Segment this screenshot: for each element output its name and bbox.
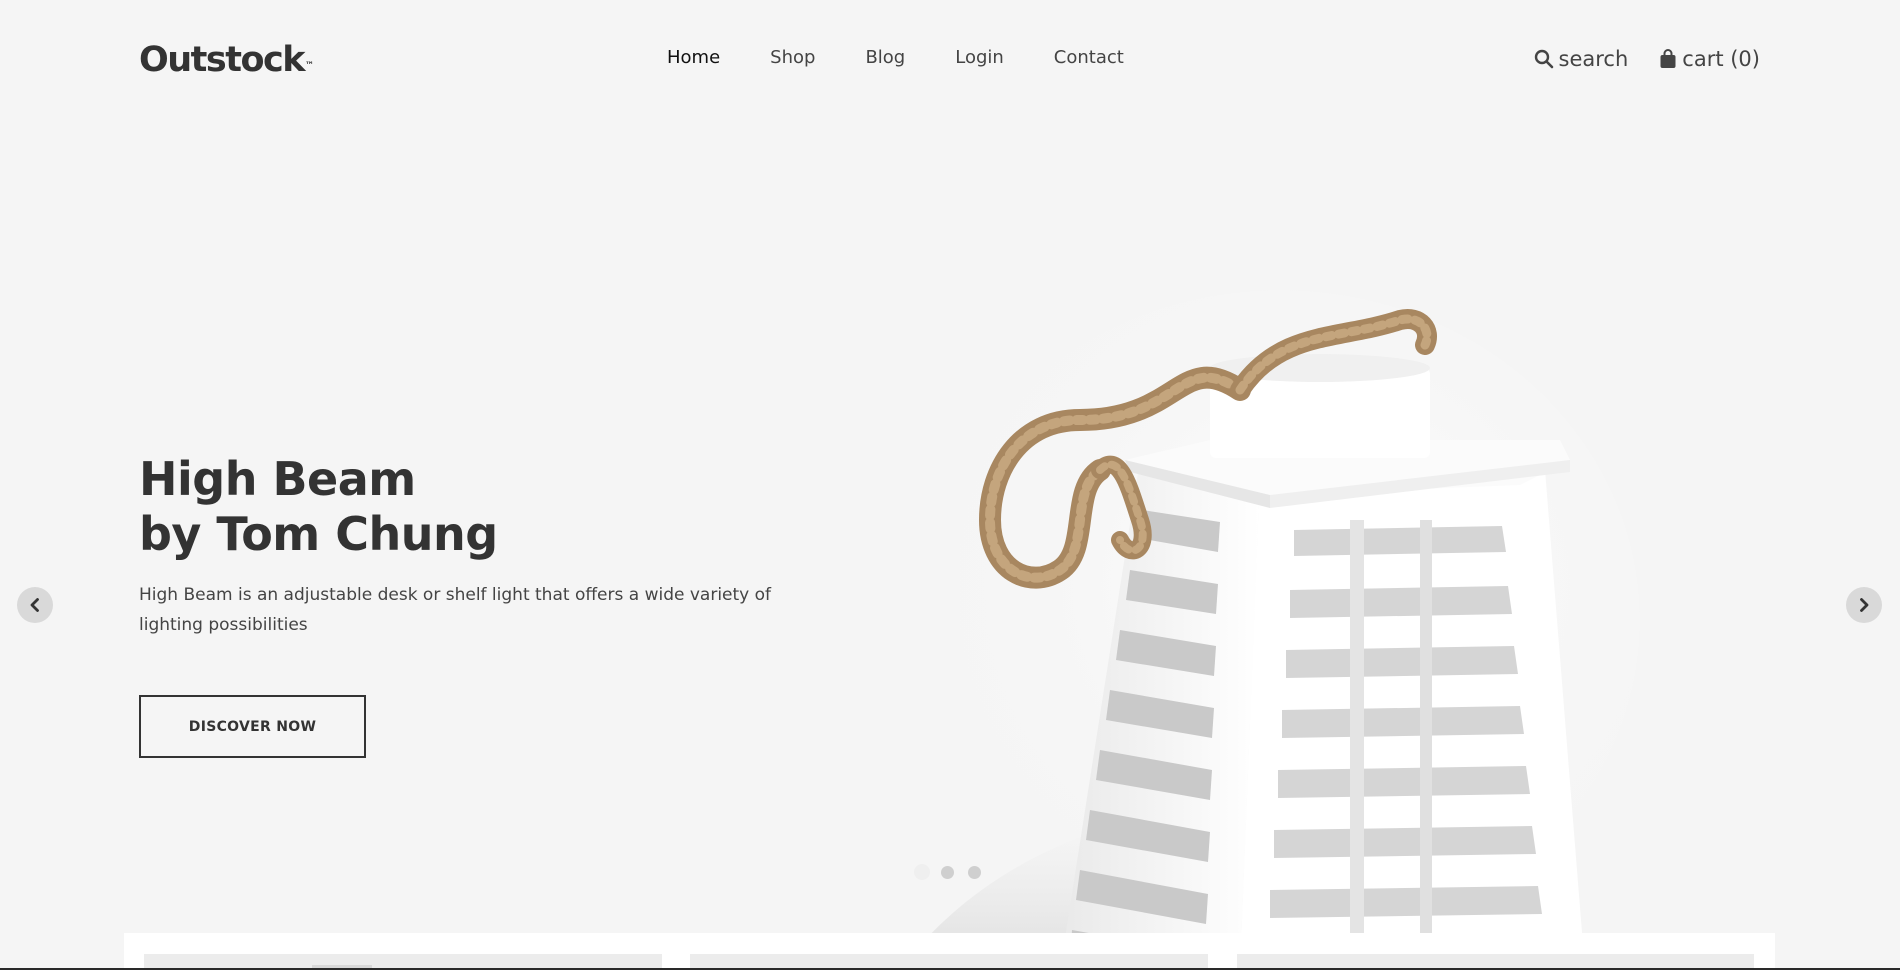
- hero-title-line-2: by Tom Chung: [139, 507, 498, 561]
- search-label: search: [1558, 47, 1629, 71]
- cart-label: cart (0): [1682, 47, 1760, 71]
- site-header: Outstock™ Home Shop Blog Login Contact s…: [0, 0, 1900, 120]
- main-nav: Home Shop Blog Login Contact: [667, 46, 1124, 70]
- chevron-left-icon: [30, 598, 39, 612]
- header-tools: search cart (0): [1534, 44, 1760, 74]
- discover-now-button[interactable]: DISCOVER NOW: [139, 695, 366, 758]
- hero-description: High Beam is an adjustable desk or shelf…: [139, 585, 772, 635]
- nav-item-blog[interactable]: Blog: [865, 46, 905, 70]
- slider-next-button[interactable]: [1846, 587, 1882, 623]
- nav-item-login[interactable]: Login: [955, 46, 1004, 70]
- search-button[interactable]: search: [1534, 44, 1629, 74]
- nav-item-shop[interactable]: Shop: [770, 46, 815, 70]
- logo-text: Outstock: [139, 40, 306, 80]
- nav-item-contact[interactable]: Contact: [1054, 46, 1124, 70]
- trademark-mark: ™: [305, 61, 315, 71]
- logo[interactable]: Outstock™: [139, 36, 314, 84]
- shopping-bag-icon: [1660, 49, 1676, 68]
- slider-prev-button[interactable]: [17, 587, 53, 623]
- hero-title-line-1: High Beam: [139, 452, 416, 506]
- nav-item-home[interactable]: Home: [667, 46, 720, 70]
- cart-button[interactable]: cart (0): [1659, 44, 1760, 74]
- hero-title: High Beam by Tom Chung: [139, 452, 839, 562]
- hero-product-image: [900, 290, 1640, 970]
- chevron-right-icon: [1860, 598, 1869, 612]
- search-icon: [1534, 49, 1553, 69]
- page: Outstock™ Home Shop Blog Login Contact s…: [0, 0, 1900, 970]
